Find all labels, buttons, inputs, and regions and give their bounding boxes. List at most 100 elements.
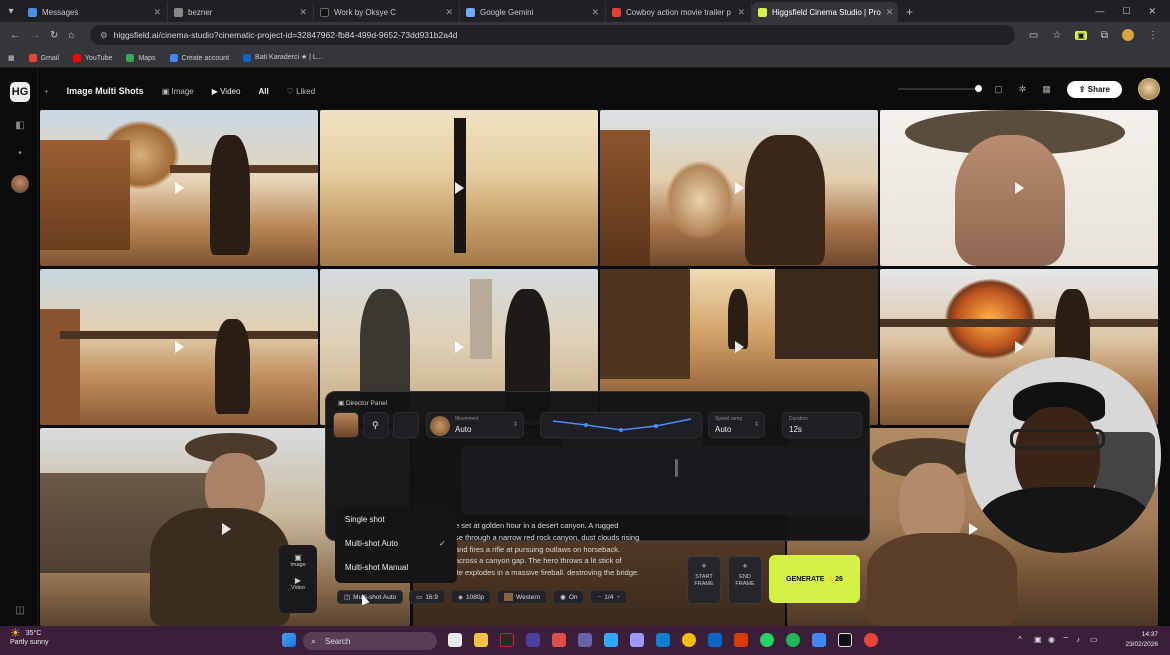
site-info-icon[interactable]: ⚙ <box>100 30 108 41</box>
start-frame-button[interactable]: + START FRAME <box>687 556 721 604</box>
close-icon[interactable]: ✕ <box>299 7 307 18</box>
close-icon[interactable]: ✕ <box>886 7 894 18</box>
shot-thumbnail[interactable] <box>320 110 598 266</box>
shot-thumbnail[interactable] <box>40 110 318 266</box>
back-icon[interactable]: ← <box>10 30 20 41</box>
browser-icon[interactable] <box>812 633 826 647</box>
filter-all[interactable]: All <box>258 87 268 96</box>
browser-tab[interactable]: Cowboy action movie trailer p ✕ <box>606 2 752 22</box>
teams-icon[interactable] <box>578 633 592 647</box>
bookmark-gmail[interactable]: Gmail <box>28 53 59 62</box>
grid-icon[interactable]: ▦ <box>1042 84 1051 95</box>
bookmark-star-icon[interactable]: ☆ <box>1052 30 1061 41</box>
forward-icon[interactable]: → <box>30 30 40 41</box>
share-button[interactable]: ⇪ Share <box>1066 80 1122 98</box>
reload-icon[interactable]: ↻ <box>50 30 58 41</box>
bookmark-maps[interactable]: Maps <box>126 53 156 62</box>
browser-tab[interactable]: bezner ✕ <box>168 2 314 22</box>
plus-icon[interactable]: + <box>616 594 620 601</box>
photoshop-icon[interactable] <box>604 633 618 647</box>
shot-thumbnail[interactable] <box>880 110 1158 266</box>
tab-search-icon[interactable]: ▾ <box>0 0 22 22</box>
outlook-icon[interactable] <box>708 633 722 647</box>
profile-avatar[interactable] <box>1122 29 1134 41</box>
option-multi-shot-manual[interactable]: Multi-shot Manual <box>345 563 408 572</box>
end-frame-button[interactable]: + END FRAME <box>728 556 762 604</box>
character-slot[interactable]: ⚲ <box>363 412 389 438</box>
app-logo[interactable]: HG <box>10 82 30 102</box>
count-stepper[interactable]: −1/4 + <box>590 590 628 604</box>
home-icon[interactable]: ⌂ <box>68 30 74 41</box>
shot-type-chip[interactable]: ◫ Multi-shot Auto <box>337 590 404 604</box>
shot-thumbnail[interactable] <box>40 269 318 425</box>
movement-select[interactable]: Movement Auto ⇕ <box>426 412 524 438</box>
chrome-icon[interactable] <box>682 633 696 647</box>
weather-widget[interactable]: ☀ 35°C Partly sunny <box>10 627 49 647</box>
chrome-profile-icon[interactable] <box>864 633 878 647</box>
speed-curve[interactable] <box>541 413 703 439</box>
dot-icon[interactable]: • <box>13 148 27 162</box>
bookmark-linkedin[interactable]: Bati Karaderci ★ | L... <box>243 53 323 62</box>
close-window-icon[interactable]: ✕ <box>1148 6 1156 17</box>
url-field[interactable]: ⚙ higgsfield.ai/cinema-studio?cinematic-… <box>90 25 1015 45</box>
clock[interactable]: 14:37 23/02/2026 <box>1125 630 1158 650</box>
close-icon[interactable]: ✕ <box>591 7 599 18</box>
zoom-slider-thumb[interactable] <box>975 85 983 92</box>
puzzle-icon[interactable]: ⧉ <box>1101 30 1108 41</box>
aspect-ratio-chip[interactable]: ▭ 16:9 <box>409 590 445 604</box>
genre-chip[interactable]: Western <box>497 590 548 604</box>
duration-select[interactable]: Duration 12s <box>782 412 862 438</box>
user-avatar[interactable] <box>11 175 29 193</box>
zoom-track[interactable] <box>898 85 983 92</box>
empty-slot[interactable] <box>393 412 419 438</box>
layout-icon[interactable]: ▢ <box>994 84 1003 95</box>
option-multi-shot-auto[interactable]: Multi-shot Auto <box>345 539 398 548</box>
office-icon[interactable] <box>734 633 748 647</box>
close-icon[interactable]: ✕ <box>445 7 453 18</box>
taskbar-search[interactable]: ⌕ Search <box>303 632 437 650</box>
browser-tab-active[interactable]: Higgsfield Cinema Studio | Pro ✕ <box>752 2 898 22</box>
task-view-icon[interactable] <box>448 633 462 647</box>
start-icon[interactable] <box>282 633 296 647</box>
close-icon[interactable]: ✕ <box>153 7 161 18</box>
battery-icon[interactable]: ▭ <box>1090 635 1098 644</box>
browser-tab[interactable]: Work by Oksye C ✕ <box>314 2 460 22</box>
tray-app-icon[interactable]: ▣ <box>1034 635 1042 644</box>
filter-image[interactable]: ▣ Image <box>162 87 194 96</box>
sound-chip[interactable]: ◉ On <box>553 590 585 604</box>
bookmark-create-account[interactable]: Create account <box>169 53 229 62</box>
speed-curve-editor[interactable] <box>540 412 702 438</box>
capcut-icon[interactable] <box>838 633 852 647</box>
option-single-shot[interactable]: Single shot <box>345 515 385 524</box>
settings-icon[interactable]: ✲ <box>1019 84 1027 95</box>
wifi-icon[interactable]: ⌔ <box>1062 635 1070 645</box>
panel-toggle-icon[interactable]: ◧ <box>13 120 27 134</box>
apps-grid-icon[interactable]: ▦ <box>8 54 15 62</box>
media-image-label[interactable]: Image <box>279 562 317 568</box>
tray-chevron-icon[interactable]: ^ <box>1018 635 1022 644</box>
video-icon[interactable]: ▶ <box>279 576 317 585</box>
shot-thumbnail[interactable] <box>600 110 878 266</box>
browser-tab[interactable]: Messages ✕ <box>22 2 168 22</box>
tray-app-icon[interactable]: ◉ <box>1048 635 1055 644</box>
app-icon[interactable] <box>786 633 800 647</box>
collapse-icon[interactable]: ◫ <box>13 605 27 619</box>
premiere-icon[interactable] <box>630 633 644 647</box>
prompt-text[interactable]: e set at golden hour in a desert canyon.… <box>455 520 680 582</box>
whatsapp-icon[interactable] <box>760 633 774 647</box>
bookmark-youtube[interactable]: YouTube <box>72 53 112 62</box>
app-icon[interactable] <box>552 633 566 647</box>
adobe-icon[interactable] <box>500 633 514 647</box>
minimize-icon[interactable]: — <box>1095 6 1104 16</box>
account-avatar[interactable] <box>1138 78 1160 100</box>
close-icon[interactable]: ✕ <box>737 7 745 18</box>
reference-image-slot[interactable] <box>333 412 359 438</box>
edge-icon[interactable] <box>656 633 670 647</box>
image-icon[interactable]: ▣ <box>279 553 317 562</box>
volume-icon[interactable]: ♪ <box>1076 635 1080 644</box>
add-icon[interactable]: + <box>44 87 49 96</box>
generate-button[interactable]: GENERATE ⚡ 26 <box>769 555 860 603</box>
browser-tab[interactable]: Google Gemini ✕ <box>460 2 606 22</box>
cast-icon[interactable]: ▭ <box>1029 30 1038 41</box>
vscode-icon[interactable] <box>526 633 540 647</box>
